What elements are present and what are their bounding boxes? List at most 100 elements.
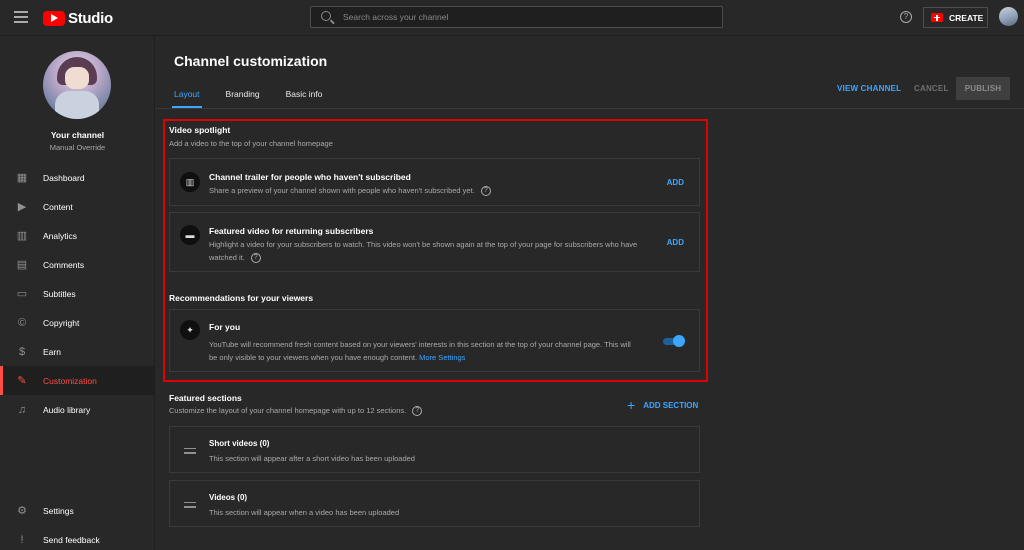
search-box[interactable] bbox=[310, 6, 723, 28]
main-content: Channel customization Layout Branding Ba… bbox=[155, 36, 1024, 550]
page-title: Channel customization bbox=[174, 53, 328, 69]
channel-avatar[interactable] bbox=[43, 51, 111, 119]
video-spotlight-description: Add a video to the top of your channel h… bbox=[169, 139, 333, 148]
card-title: Short videos (0) bbox=[209, 439, 270, 448]
card-description-line2: be only visible to your viewers when you… bbox=[209, 353, 418, 362]
sidebar-item-dashboard[interactable]: ▦ Dashboard bbox=[0, 163, 155, 192]
channel-name: Manual Override bbox=[49, 143, 106, 152]
create-label: CREATE bbox=[949, 12, 984, 23]
more-settings-link[interactable]: More Settings bbox=[419, 353, 465, 362]
create-video-icon bbox=[931, 13, 943, 22]
card-description-line1: YouTube will recommend fresh content bas… bbox=[209, 340, 631, 349]
tab-basic-info[interactable]: Basic info bbox=[286, 86, 323, 108]
sidebar-item-earn[interactable]: $ Earn bbox=[0, 337, 155, 366]
menu-icon[interactable] bbox=[14, 11, 28, 23]
sidebar-item-label: Dashboard bbox=[43, 172, 85, 183]
for-you-toggle[interactable] bbox=[663, 335, 685, 347]
help-icon[interactable]: ? bbox=[900, 11, 912, 23]
card-title: Channel trailer for people who haven't s… bbox=[209, 172, 411, 182]
feedback-icon: ! bbox=[20, 533, 24, 546]
featured-sections-title: Featured sections bbox=[169, 393, 242, 403]
card-description: This section will appear when a video ha… bbox=[209, 508, 400, 517]
youtube-logo-icon bbox=[43, 10, 65, 26]
view-channel-button[interactable]: VIEW CHANNEL bbox=[837, 84, 901, 93]
dollar-icon: $ bbox=[18, 345, 26, 358]
sidebar-item-comments[interactable]: ▤ Comments bbox=[0, 250, 155, 279]
copyright-icon: © bbox=[17, 316, 27, 329]
channel-trailer-card: ▥ Channel trailer for people who haven't… bbox=[169, 158, 700, 206]
sidebar-item-copyright[interactable]: © Copyright bbox=[0, 308, 155, 337]
help-icon[interactable]: ? bbox=[480, 186, 491, 197]
sidebar-item-label: Earn bbox=[43, 346, 61, 357]
sidebar-item-label: Analytics bbox=[43, 230, 78, 241]
help-icon[interactable]: ? bbox=[412, 406, 423, 417]
card-description: YouTube will recommend fresh content bas… bbox=[209, 338, 631, 364]
plus-icon: + bbox=[627, 397, 636, 413]
subtitles-icon: ▭ bbox=[16, 287, 28, 300]
card-description-line1: Highlight a video for your subscribers t… bbox=[209, 240, 638, 249]
sidebar: Your channel Manual Override ▦ Dashboard… bbox=[0, 36, 155, 550]
section-card-videos: Videos (0) This section will appear when… bbox=[169, 480, 700, 527]
audio-library-icon: ♫ bbox=[17, 403, 27, 416]
tab-layout[interactable]: Layout bbox=[172, 86, 202, 108]
add-trailer-button[interactable]: ADD bbox=[667, 178, 684, 187]
sidebar-item-content[interactable]: ▶ Content bbox=[0, 192, 155, 221]
add-section-button[interactable]: + ADD SECTION bbox=[627, 397, 699, 413]
dashboard-icon: ▦ bbox=[16, 171, 28, 184]
sidebar-item-label: Subtitles bbox=[43, 288, 76, 299]
avatar-body bbox=[55, 91, 99, 119]
sidebar-item-analytics[interactable]: ▥ Analytics bbox=[0, 221, 155, 250]
help-icon[interactable]: ? bbox=[250, 253, 261, 264]
cancel-button[interactable]: CANCEL bbox=[914, 84, 949, 93]
studio-logo[interactable]: Studio bbox=[43, 9, 113, 27]
sidebar-item-label: Audio library bbox=[43, 404, 91, 415]
video-icon: ▬ bbox=[180, 225, 200, 245]
card-title: Featured video for returning subscribers bbox=[209, 226, 374, 236]
avatar-face bbox=[65, 67, 89, 89]
search-icon bbox=[321, 11, 331, 21]
account-avatar[interactable] bbox=[999, 7, 1018, 26]
sidebar-item-label: Send feedback bbox=[43, 534, 100, 545]
toggle-knob bbox=[673, 335, 685, 347]
add-section-label: ADD SECTION bbox=[643, 400, 699, 410]
gear-icon: ⚙ bbox=[17, 504, 27, 517]
logo-text: Studio bbox=[68, 9, 113, 27]
drag-handle-icon[interactable] bbox=[184, 448, 196, 455]
card-description-text: Share a preview of your channel shown wi… bbox=[209, 186, 475, 195]
card-description: Highlight a video for your subscribers t… bbox=[209, 238, 637, 264]
comments-icon: ▤ bbox=[16, 258, 28, 271]
search-input[interactable] bbox=[343, 8, 713, 26]
film-strip-icon: ▥ bbox=[180, 172, 200, 192]
card-title: Videos (0) bbox=[209, 493, 248, 502]
featured-video-card: ▬ Featured video for returning subscribe… bbox=[169, 212, 700, 272]
analytics-icon: ▥ bbox=[16, 229, 28, 242]
tab-branding[interactable]: Branding bbox=[226, 86, 260, 108]
sidebar-item-send-feedback[interactable]: ! Send feedback bbox=[0, 525, 155, 550]
card-title: For you bbox=[209, 322, 241, 332]
create-button[interactable]: CREATE bbox=[923, 7, 988, 28]
sidebar-item-settings[interactable]: ⚙ Settings bbox=[0, 496, 155, 525]
featured-sections-description: Customize the layout of your channel hom… bbox=[169, 406, 423, 417]
header-divider bbox=[155, 108, 1024, 109]
sidebar-item-subtitles[interactable]: ▭ Subtitles bbox=[0, 279, 155, 308]
sidebar-item-customization[interactable]: ✎ Customization bbox=[0, 366, 155, 395]
content-icon: ▶ bbox=[17, 200, 27, 213]
recommendations-title: Recommendations for your viewers bbox=[169, 293, 314, 303]
card-description: This section will appear after a short v… bbox=[209, 454, 415, 463]
sparkle-icon: ✦ bbox=[180, 320, 200, 340]
channel-title: Your channel bbox=[50, 130, 105, 140]
sidebar-item-audio-library[interactable]: ♫ Audio library bbox=[0, 395, 155, 424]
for-you-card: ✦ For you YouTube will recommend fresh c… bbox=[169, 309, 700, 372]
add-featured-video-button[interactable]: ADD bbox=[667, 238, 684, 247]
sidebar-item-label: Customization bbox=[43, 375, 97, 386]
drag-handle-icon[interactable] bbox=[184, 502, 196, 509]
top-bar: Studio ? CREATE bbox=[0, 0, 1024, 36]
video-spotlight-title: Video spotlight bbox=[169, 125, 231, 135]
card-description: Share a preview of your channel shown wi… bbox=[209, 184, 491, 197]
magic-wand-icon: ✎ bbox=[17, 374, 27, 387]
sidebar-item-label: Content bbox=[43, 201, 73, 212]
tab-bar: Layout Branding Basic info bbox=[172, 86, 348, 108]
sidebar-item-label: Settings bbox=[43, 505, 74, 516]
publish-button[interactable]: PUBLISH bbox=[956, 77, 1010, 100]
sidebar-item-label: Comments bbox=[43, 259, 85, 270]
